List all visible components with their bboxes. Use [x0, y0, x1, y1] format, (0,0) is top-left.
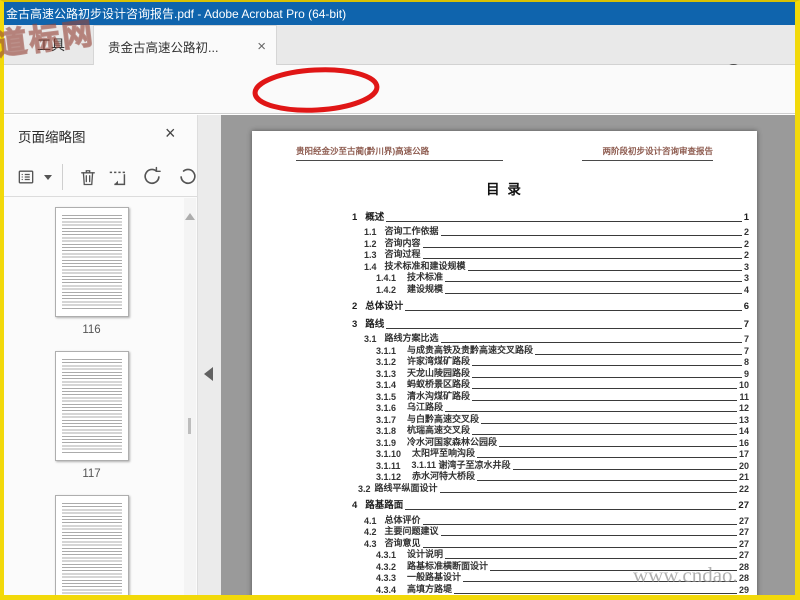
- thumbnail-text-lines: [61, 359, 122, 453]
- toc-leader-line: [422, 546, 737, 548]
- tab-document[interactable]: 贵金古高速公路初... ×: [93, 25, 277, 66]
- pdf-page: 贵阳经金沙至古蔺(黔川界)高速公路 两阶段初步设计咨询审查报告 目 录 1 概述 1…: [252, 131, 757, 600]
- scroll-up-icon[interactable]: [185, 213, 195, 220]
- toc-leader-line: [477, 457, 737, 458]
- panel-close-icon[interactable]: ×: [165, 123, 176, 144]
- window-titlebar[interactable]: 金古高速公路初步设计咨询报告.pdf - Adobe Acrobat Pro (…: [0, 0, 800, 25]
- toc-leader-line: [422, 523, 737, 525]
- toc-leader-line: [422, 258, 742, 259]
- toc-leader-line: [477, 480, 737, 481]
- toc-leader-line: [386, 220, 742, 222]
- window-title: 金古高速公路初步设计咨询报告.pdf - Adobe Acrobat Pro (…: [6, 7, 347, 21]
- thumbnail-list-inner: 116 117: [0, 207, 197, 600]
- toc-leader-line: [481, 422, 737, 424]
- rotate-clockwise-icon[interactable]: [176, 165, 197, 189]
- toc-leader-line: [445, 558, 737, 559]
- thumbnail-list: 116 117: [0, 198, 197, 600]
- tab-close-icon[interactable]: ×: [257, 39, 266, 54]
- tab-strip: 工具 贵金古高速公路初... × ?: [0, 25, 800, 83]
- thumbnail-page-number: 117: [82, 468, 101, 480]
- thumbnail-page-preview[interactable]: [54, 495, 129, 600]
- panel-title: 页面缩略图: [18, 130, 86, 145]
- toc-leader-line: [440, 535, 737, 536]
- scrollbar-thumb[interactable]: [188, 418, 191, 434]
- toc-leader-line: [472, 388, 737, 389]
- toc-entry: 1 概述 1: [352, 211, 749, 223]
- toc-entry: 3.2 路线平纵面设计 22: [358, 482, 749, 494]
- toc-leader-line: [463, 581, 737, 582]
- toc-leader-line: [472, 399, 738, 401]
- toc-leader-line: [439, 491, 737, 493]
- toc-leader-line: [499, 445, 737, 447]
- thumbnail-item: 116: [54, 207, 129, 336]
- toc-leader-line: [472, 365, 742, 366]
- panel-header: 页面缩略图 ×: [0, 115, 197, 157]
- page-thumbnails-panel: 页面缩略图 × 116 117: [0, 115, 197, 600]
- toc-entry: 2 总体设计 6: [352, 301, 749, 312]
- thumbnail-page-preview[interactable]: [54, 207, 129, 317]
- toc-leader-line: [445, 411, 737, 412]
- toc-leader-line: [422, 246, 742, 248]
- delete-pages-icon[interactable]: [76, 165, 100, 189]
- toc-title: 目 录: [486, 182, 523, 197]
- crop-pages-icon[interactable]: [106, 165, 130, 189]
- toc-leader-line: [405, 310, 742, 311]
- thumbnail-item: [54, 495, 129, 600]
- header-right-text: 两阶段初步设计咨询审查报告: [582, 145, 713, 161]
- panel-toolbar: [0, 157, 197, 197]
- thumbnail-item: 117: [54, 351, 129, 480]
- toc-entry: 4.3.4 高填方路堤 29: [376, 583, 749, 595]
- toc-leader-line: [405, 509, 737, 510]
- toc-entry: 3 路线 7: [352, 318, 749, 330]
- panel-scrollbar[interactable]: [184, 198, 196, 600]
- toc-leader-line: [472, 376, 742, 378]
- toc-leader-line: [490, 569, 737, 571]
- toc-leader-line: [472, 434, 737, 435]
- thumbnail-page-preview[interactable]: [54, 351, 129, 461]
- thumbnail-page-number: 116: [82, 324, 101, 336]
- collapse-panel-icon[interactable]: [204, 367, 213, 381]
- rotate-counterclockwise-icon[interactable]: [140, 165, 164, 189]
- page-running-header: 贵阳经金沙至古蔺(黔川界)高速公路 两阶段初步设计咨询审查报告: [252, 145, 757, 161]
- main-area: 页面缩略图 × 116 117 贵阳经金沙至古蔺(黔川界)高速公路 两阶段初步设…: [0, 115, 800, 600]
- main-toolbar: / 228 50% •••: [0, 65, 800, 167]
- toc-list: 1 概述 1 1.1 咨询工作依据 2 1.2 咨询内容 2 1.3 咨询过程 2 1.4 技术标准和建设…: [352, 205, 749, 595]
- toc-leader-line: [386, 327, 742, 329]
- tab-tools[interactable]: 工具: [10, 25, 92, 65]
- panel-splitter[interactable]: [197, 115, 221, 600]
- thumbnail-text-lines: [61, 503, 122, 597]
- tab-document-label: 贵金古高速公路初...: [108, 40, 219, 55]
- document-canvas[interactable]: 贵阳经金沙至古蔺(黔川界)高速公路 两阶段初步设计咨询审查报告 目 录 1 概述 1…: [221, 115, 800, 600]
- header-left-text: 贵阳经金沙至古蔺(黔川界)高速公路: [296, 145, 503, 161]
- toc-leader-line: [445, 292, 742, 294]
- toc-leader-line: [467, 269, 742, 271]
- toc-leader-line: [440, 235, 742, 236]
- toc-leader-line: [512, 468, 737, 470]
- toc-leader-line: [445, 281, 742, 282]
- toc-leader-line: [454, 592, 737, 594]
- toc-entry: 4 路基路面 27: [352, 500, 749, 511]
- toc-entry: 1.4.2 建设规模 4: [376, 283, 749, 295]
- toolbar-divider: [62, 164, 63, 190]
- options-caret-icon[interactable]: [44, 175, 52, 180]
- thumbnail-text-lines: [61, 215, 122, 309]
- toc-leader-line: [535, 353, 742, 355]
- thumbnail-options-icon[interactable]: [14, 165, 38, 189]
